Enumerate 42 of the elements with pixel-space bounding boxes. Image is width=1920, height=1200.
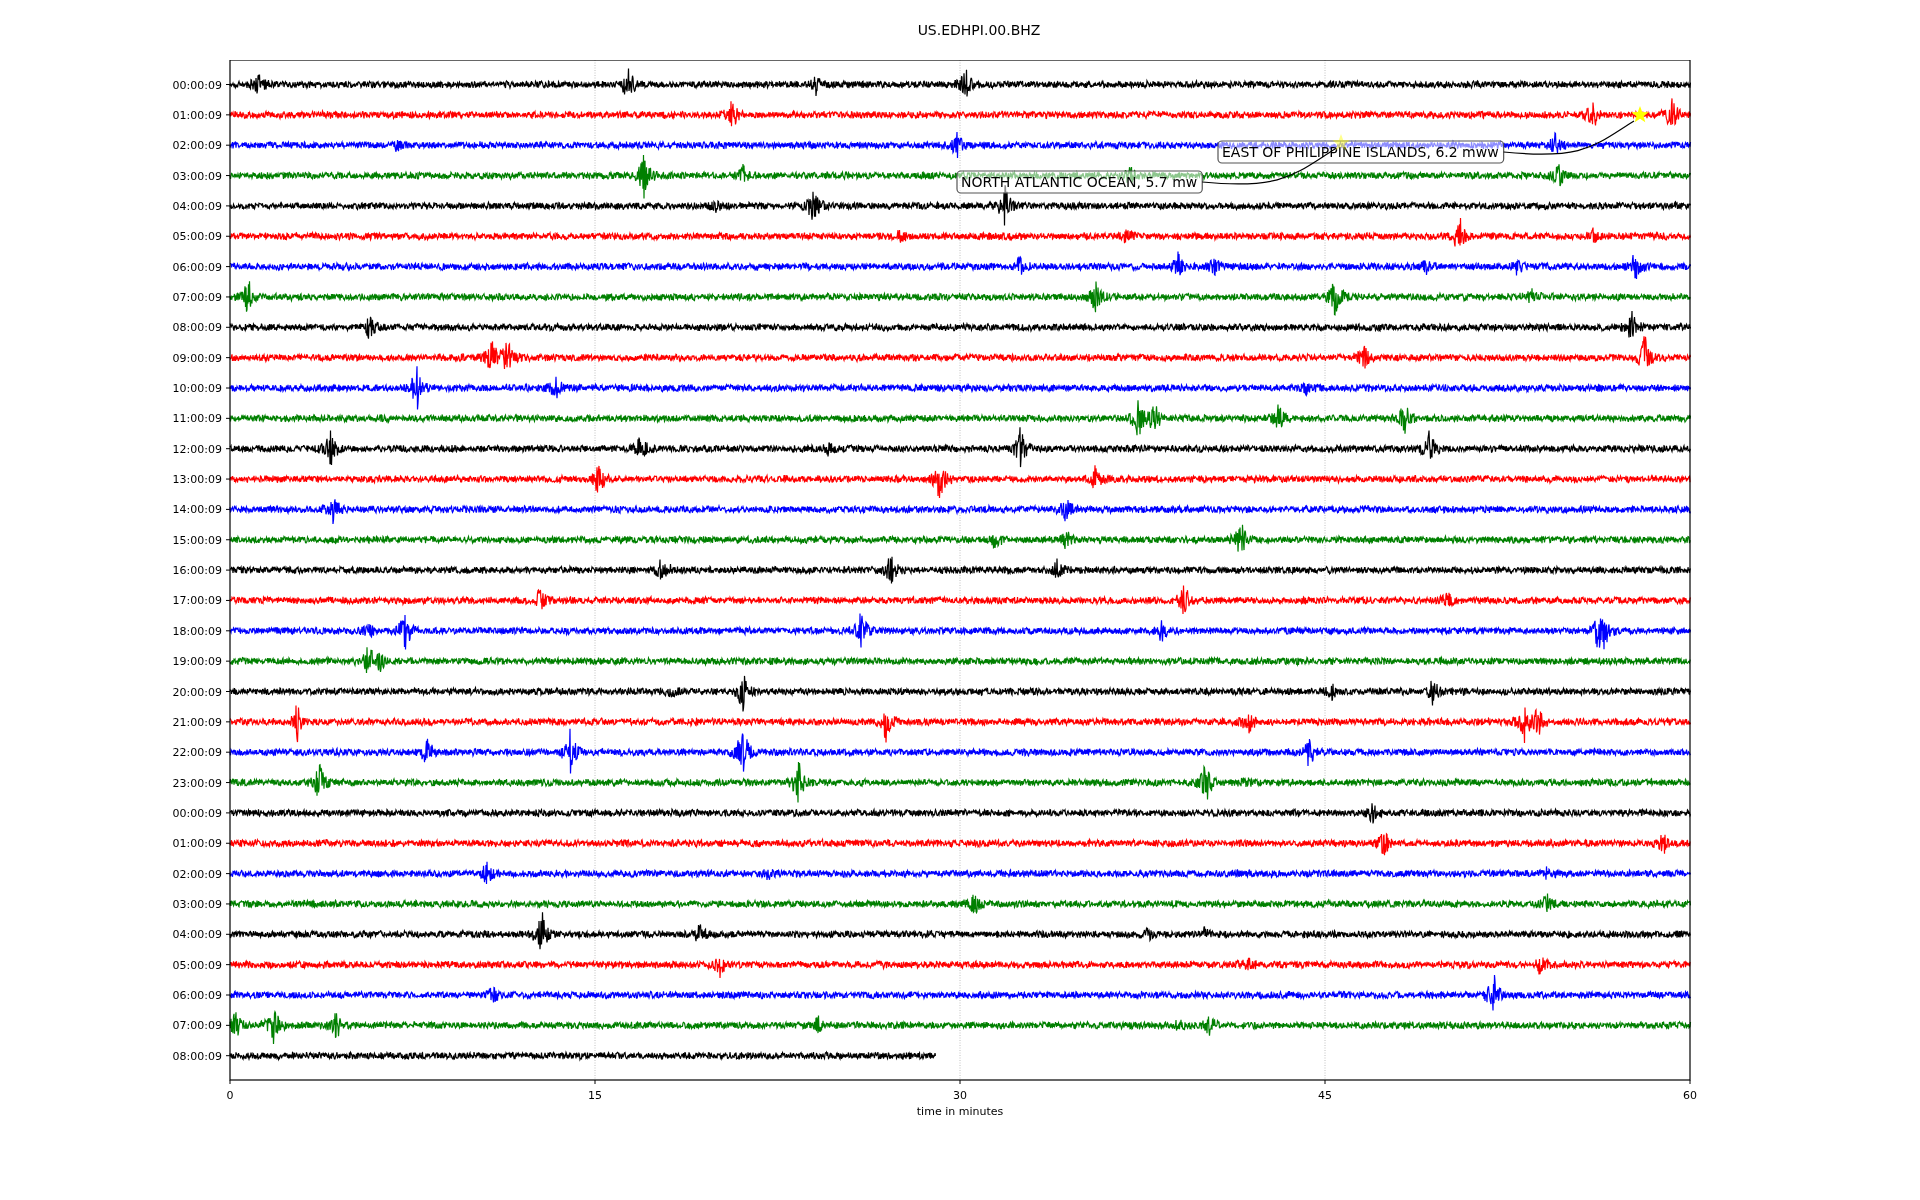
star-icon (1631, 106, 1649, 123)
row-label: 21:00:09 (172, 715, 222, 729)
row-label: 13:00:09 (172, 473, 222, 487)
row-label: 16:00:09 (172, 564, 222, 578)
row-label: 03:00:09 (172, 897, 222, 911)
x-tick-label: 30 (953, 1089, 967, 1102)
x-axis-label: time in minutes (916, 1105, 1004, 1118)
row-label: 07:00:09 (172, 1019, 222, 1033)
x-tick-label: 60 (1683, 1089, 1697, 1102)
annotation-label: NORTH ATLANTIC OCEAN, 5.7 mw (956, 170, 1203, 194)
row-label: 08:00:09 (172, 1049, 222, 1063)
row-label: 04:00:09 (172, 928, 222, 942)
row-label: 03:00:09 (172, 169, 222, 183)
x-tick-label: 0 (226, 1089, 234, 1102)
row-label: 07:00:09 (172, 290, 222, 304)
x-tick-label: 45 (1318, 1089, 1332, 1102)
row-label: 06:00:09 (172, 260, 222, 274)
chart-title: US.EDHPI.00.BHZ (917, 22, 1041, 38)
row-label: 23:00:09 (172, 776, 222, 790)
row-label: 02:00:09 (172, 867, 222, 881)
row-label: 19:00:09 (172, 655, 222, 669)
row-label: 17:00:09 (172, 594, 222, 608)
row-label: 05:00:09 (172, 230, 222, 244)
row-label: 09:00:09 (172, 351, 222, 365)
row-label: 01:00:09 (172, 837, 222, 851)
row-label: 02:00:09 (172, 139, 222, 153)
row-label: 05:00:09 (172, 958, 222, 972)
row-label: 15:00:09 (172, 533, 222, 547)
row-label: 00:00:09 (172, 78, 222, 92)
row-label: 01:00:09 (172, 108, 222, 122)
row-label: 11:00:09 (172, 412, 222, 426)
row-label: 06:00:09 (172, 989, 222, 1002)
row-label: 10:00:09 (172, 382, 222, 395)
row-label: 12:00:09 (172, 442, 222, 456)
row-label: 22:00:09 (172, 746, 222, 760)
x-tick-label: 15 (588, 1089, 602, 1102)
row-label: 18:00:09 (172, 624, 222, 638)
row-label: 04:00:09 (172, 199, 222, 213)
row-label: 20:00:09 (172, 685, 222, 699)
row-label: 14:00:09 (172, 503, 222, 517)
row-label: 00:00:09 (172, 806, 222, 820)
row-label: 08:00:09 (172, 321, 222, 335)
